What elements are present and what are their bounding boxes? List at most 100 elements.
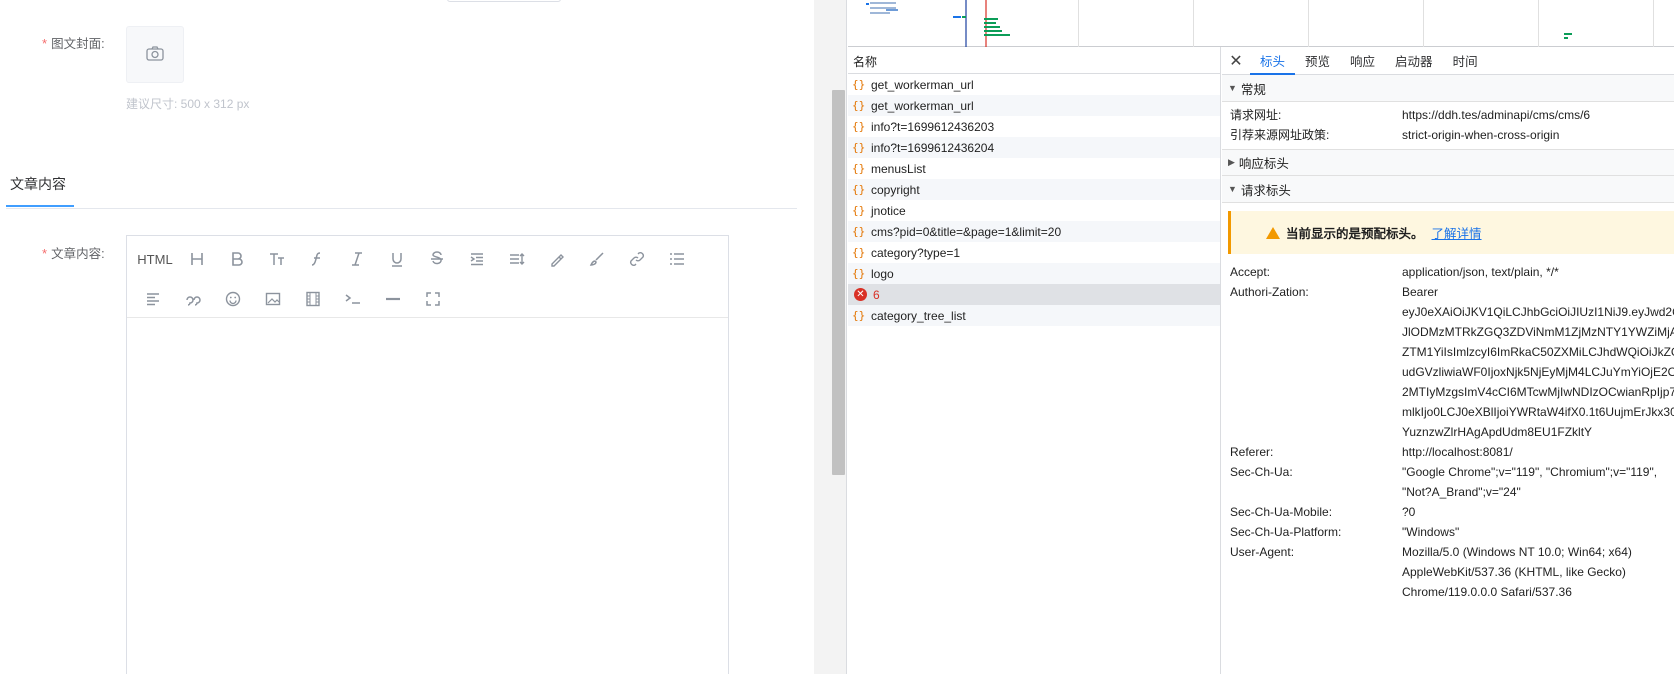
- triangle-down-icon: ▼: [1228, 184, 1237, 194]
- request-row[interactable]: {} category_tree_list: [848, 305, 1220, 326]
- emoji-icon[interactable]: [213, 283, 253, 315]
- cover-label-text: 图文封面:: [51, 37, 105, 51]
- image-icon[interactable]: [253, 283, 293, 315]
- font-color-icon[interactable]: [537, 243, 577, 275]
- header-value: Bearer eyJ0eXAiOiJKV1QiLCJhbGciOiJIUzI1N…: [1402, 285, 1674, 439]
- request-name: logo: [871, 266, 894, 281]
- request-headers-section-header[interactable]: ▼ 请求标头: [1222, 176, 1674, 203]
- header-key: User-Agent:: [1230, 545, 1295, 559]
- request-row[interactable]: {} info?t=1699612436203: [848, 116, 1220, 137]
- triangle-right-icon: ▶: [1228, 157, 1235, 167]
- header-value: ?0: [1402, 505, 1416, 519]
- list-icon[interactable]: [657, 243, 697, 275]
- cms-form-pane: * 图文封面: 建议尺寸: 500 x 312 px 文章内容 * 文章内容: HT…: [0, 0, 810, 674]
- content-field-label: * 文章内容:: [42, 243, 105, 262]
- response-headers-section-header[interactable]: ▶ 响应标头: [1222, 149, 1674, 176]
- request-name: menusList: [871, 161, 926, 176]
- request-row[interactable]: {} menusList: [848, 158, 1220, 179]
- request-name: copyright: [871, 182, 920, 197]
- bold-icon[interactable]: [217, 243, 257, 275]
- header-key: Sec-Ch-Ua:: [1230, 465, 1293, 479]
- link-icon[interactable]: [617, 243, 657, 275]
- line-height-icon[interactable]: [497, 243, 537, 275]
- divider-icon[interactable]: [373, 283, 413, 315]
- background-color-icon[interactable]: [577, 243, 617, 275]
- xhr-icon: {}: [852, 309, 866, 322]
- request-row[interactable]: {} logo: [848, 263, 1220, 284]
- tab-article-content[interactable]: 文章内容: [10, 174, 66, 194]
- xhr-icon: {}: [852, 225, 866, 238]
- request-row[interactable]: ✕ 6: [848, 284, 1220, 305]
- font-family-icon[interactable]: [297, 243, 337, 275]
- header-value: http://localhost:8081/: [1402, 445, 1513, 459]
- xhr-icon: {}: [852, 141, 866, 154]
- request-row[interactable]: {} category?type=1: [848, 242, 1220, 263]
- xhr-icon: {}: [852, 204, 866, 217]
- header-row: Referer: http://localhost:8081/: [1222, 442, 1674, 462]
- warning-text: 当前显示的是预配标头。: [1286, 227, 1424, 241]
- align-icon[interactable]: [133, 283, 173, 315]
- heading-icon[interactable]: [177, 243, 217, 275]
- editor-toolbar: HTML: [127, 236, 728, 318]
- indent-icon[interactable]: [457, 243, 497, 275]
- detail-tabs: ✕ 标头 预览 响应 启动器 时间: [1222, 47, 1674, 75]
- font-size-icon[interactable]: [257, 243, 297, 275]
- required-asterisk: *: [42, 246, 48, 261]
- learn-more-link[interactable]: 了解详情: [1432, 223, 1482, 242]
- header-key: Authori-Zation:: [1230, 285, 1309, 299]
- request-row[interactable]: {} get_workerman_url: [848, 74, 1220, 95]
- header-value: Mozilla/5.0 (Windows NT 10.0; Win64; x64…: [1402, 545, 1632, 599]
- header-key: Referer:: [1230, 445, 1274, 459]
- cover-upload-button[interactable]: [126, 26, 184, 83]
- timeline-bars: [866, 0, 1572, 47]
- request-row[interactable]: {} cms?pid=0&title=&page=1&limit=20: [848, 221, 1220, 242]
- request-name: get_workerman_url: [871, 98, 974, 113]
- triangle-down-icon: ▼: [1228, 83, 1237, 93]
- request-name: category?type=1: [871, 245, 961, 260]
- request-row[interactable]: {} copyright: [848, 179, 1220, 200]
- strikethrough-icon[interactable]: [417, 243, 457, 275]
- quote-icon[interactable]: [173, 283, 213, 315]
- request-name: jnotice: [871, 203, 906, 218]
- header-row: 请求网址: https://ddh.tes/adminapi/cms/cms/6: [1222, 105, 1674, 125]
- close-icon[interactable]: ✕: [1222, 47, 1250, 74]
- xhr-icon: {}: [852, 267, 866, 280]
- request-list: {} get_workerman_url{} get_workerman_url{}…: [848, 74, 1221, 674]
- devtools-network-panel: 名称 {} get_workerman_url {} get_workerman_ur…: [848, 0, 1674, 674]
- video-icon[interactable]: [293, 283, 333, 315]
- tab-timing[interactable]: 时间: [1443, 47, 1488, 74]
- request-name: info?t=1699612436203: [871, 119, 995, 134]
- xhr-icon: {}: [852, 246, 866, 259]
- request-row[interactable]: {} get_workerman_url: [848, 95, 1220, 116]
- header-key: Sec-Ch-Ua-Mobile:: [1230, 505, 1333, 519]
- tab-response[interactable]: 响应: [1340, 47, 1385, 74]
- general-section-header[interactable]: ▼ 常规: [1222, 75, 1674, 102]
- request-row[interactable]: {} info?t=1699612436204: [848, 137, 1220, 158]
- tab-divider: [6, 208, 797, 209]
- header-row: Sec-Ch-Ua-Platform: "Windows": [1222, 522, 1674, 542]
- content-label-text: 文章内容:: [51, 247, 105, 261]
- name-column-header[interactable]: 名称: [848, 47, 1221, 74]
- tab-headers[interactable]: 标头: [1250, 47, 1296, 75]
- html-mode-button[interactable]: HTML: [133, 243, 177, 275]
- network-overview-timeline[interactable]: [848, 0, 1674, 47]
- request-row[interactable]: {} jnotice: [848, 200, 1220, 221]
- italic-icon[interactable]: [337, 243, 377, 275]
- header-value: https://ddh.tes/adminapi/cms/cms/6: [1402, 108, 1591, 122]
- fullscreen-icon[interactable]: [413, 283, 453, 315]
- code-icon[interactable]: [333, 283, 373, 315]
- editor-text-area[interactable]: [127, 318, 728, 674]
- input-field-edge[interactable]: [447, 0, 561, 2]
- xhr-icon: {}: [852, 78, 866, 91]
- underline-icon[interactable]: [377, 243, 417, 275]
- general-section-body: 请求网址: https://ddh.tes/adminapi/cms/cms/6 …: [1222, 102, 1674, 149]
- tab-active-indicator: [6, 205, 74, 207]
- tab-initiator[interactable]: 启动器: [1385, 47, 1443, 74]
- header-value: "Google Chrome";v="119", "Chromium";v="1…: [1402, 465, 1658, 499]
- page-scrollbar-thumb[interactable]: [832, 90, 845, 475]
- tab-preview[interactable]: 预览: [1295, 47, 1340, 74]
- header-row: Authori-Zation: Bearer eyJ0eXAiOiJKV1QiLC…: [1222, 282, 1674, 442]
- xhr-icon: {}: [852, 120, 866, 133]
- request-headers-list: Accept: application/json, text/plain, */*…: [1222, 262, 1674, 602]
- header-row: Sec-Ch-Ua: "Google Chrome";v="119", "Chro…: [1222, 462, 1674, 502]
